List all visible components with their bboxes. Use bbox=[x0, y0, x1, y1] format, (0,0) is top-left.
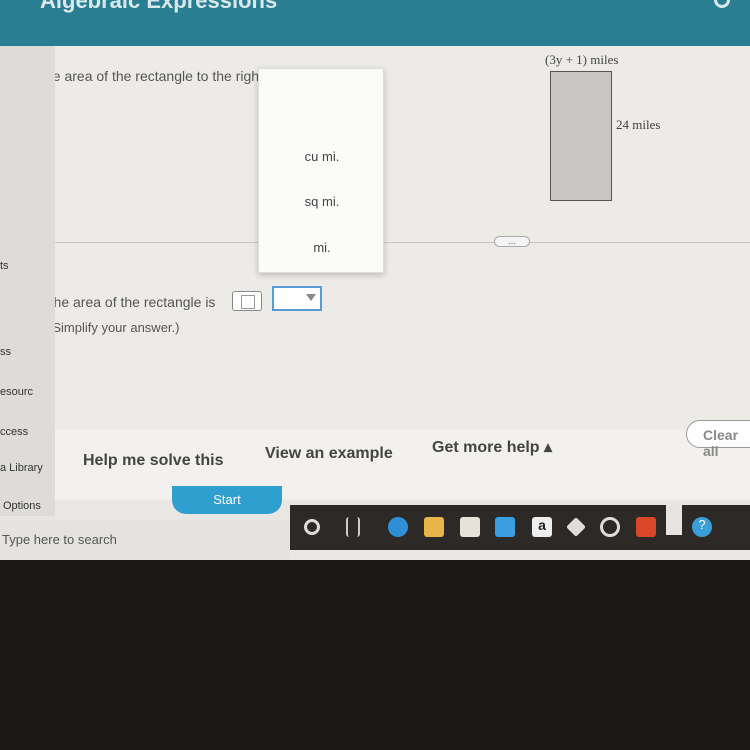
unit-dropdown: cu mi. sq mi. mi. bbox=[258, 68, 384, 273]
sidebar-item[interactable]: Options bbox=[3, 500, 41, 512]
answer-prefix: The area of the rectangle is bbox=[45, 294, 216, 310]
main-content: Find the area of the rectangle to the ri… bbox=[0, 46, 750, 496]
answer-hint: (Simplify your answer.) bbox=[48, 320, 180, 335]
taskbar-search[interactable]: Type here to search bbox=[0, 520, 290, 560]
dropbox-icon[interactable] bbox=[566, 517, 586, 537]
help-me-solve-button[interactable]: Help me solve this bbox=[83, 452, 224, 470]
sidebar-item[interactable]: ss bbox=[0, 346, 11, 358]
app-icon[interactable] bbox=[600, 517, 620, 537]
store-icon[interactable] bbox=[460, 517, 480, 537]
unit-select[interactable] bbox=[272, 286, 322, 311]
header: Algebraic Expressions bbox=[0, 0, 750, 46]
chevron-down-icon[interactable] bbox=[306, 294, 316, 301]
more-button[interactable]: ... bbox=[494, 236, 530, 247]
page-title: Algebraic Expressions bbox=[40, 0, 278, 13]
rectangle-figure bbox=[550, 71, 612, 201]
edge-icon[interactable] bbox=[388, 517, 408, 537]
header-icon[interactable] bbox=[714, 0, 730, 8]
amazon-icon[interactable]: a bbox=[532, 517, 552, 537]
sidebar-item[interactable]: esourc bbox=[0, 386, 33, 398]
sidebar-item[interactable]: ts bbox=[0, 260, 9, 272]
cortana-icon[interactable] bbox=[304, 519, 320, 535]
view-example-button[interactable]: View an example bbox=[265, 445, 393, 463]
scroll-arrows[interactable] bbox=[666, 505, 682, 535]
start-button[interactable]: Start bbox=[172, 486, 282, 514]
sidebar-item[interactable]: a Library bbox=[0, 462, 43, 474]
screen: Algebraic Expressions Find the area of t… bbox=[0, 0, 750, 560]
sidebar: ts ss esourc ccess a Library Options bbox=[0, 46, 55, 516]
mail-icon[interactable] bbox=[495, 517, 515, 537]
answer-input[interactable] bbox=[232, 291, 262, 311]
taskbar: a ? bbox=[290, 505, 750, 550]
help-bar: Help me solve this View an example Get m… bbox=[55, 430, 750, 500]
option-cu-mi[interactable]: cu mi. bbox=[259, 149, 385, 164]
option-mi[interactable]: mi. bbox=[259, 240, 385, 255]
option-sq-mi[interactable]: sq mi. bbox=[259, 194, 385, 209]
task-view-icon[interactable] bbox=[346, 517, 360, 537]
more-help-button[interactable]: Get more help ▴ bbox=[432, 437, 552, 457]
file-explorer-icon[interactable] bbox=[424, 517, 444, 537]
width-label: (3y + 1) miles bbox=[545, 52, 619, 67]
office-icon[interactable] bbox=[636, 517, 656, 537]
help-icon[interactable]: ? bbox=[692, 517, 712, 537]
sidebar-item[interactable]: ccess bbox=[0, 426, 28, 438]
clear-all-button[interactable]: Clear all bbox=[686, 420, 750, 459]
height-label: 24 miles bbox=[616, 117, 661, 132]
